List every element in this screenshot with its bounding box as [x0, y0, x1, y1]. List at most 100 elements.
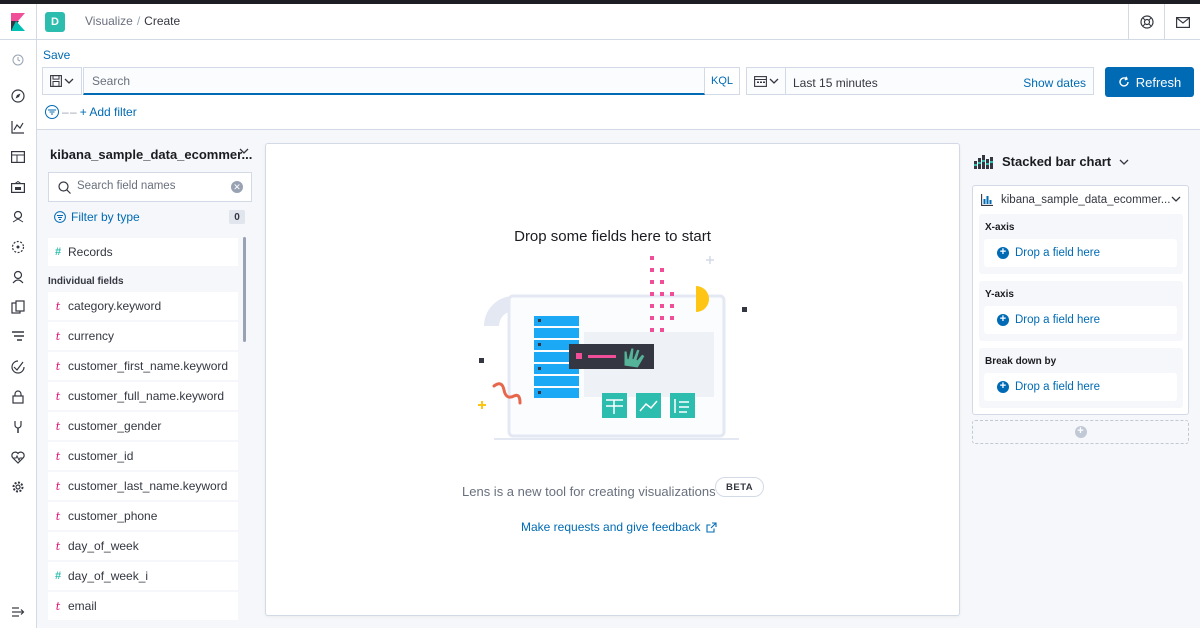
uptime-icon[interactable] — [10, 359, 26, 375]
field-list-panel: kibana_sample_data_ecommer... ✕ Filter b… — [37, 130, 260, 628]
mail-icon[interactable] — [1164, 4, 1200, 40]
saved-query-button[interactable] — [42, 67, 82, 95]
infrastructure-icon[interactable] — [10, 269, 26, 285]
field-name: customer_first_name.keyword — [68, 359, 229, 373]
add-layer-button[interactable]: + — [972, 420, 1189, 444]
ml-icon[interactable] — [10, 239, 26, 255]
management-gear-icon[interactable] — [10, 479, 26, 495]
plus-circle-icon: + — [1074, 426, 1087, 438]
apm-icon[interactable] — [10, 329, 26, 345]
drop-field-y-axis[interactable]: + Drop a field here — [984, 306, 1177, 334]
workspace-panel[interactable]: Drop some fields here to start Lens is a… — [265, 143, 960, 616]
dashboard-icon[interactable] — [10, 149, 26, 165]
canvas-icon[interactable] — [10, 179, 26, 195]
filter-options-icon[interactable] — [45, 105, 59, 119]
date-range-display[interactable]: Last 15 minutes Show dates — [786, 67, 1094, 95]
drop-label: Drop a field here — [1015, 314, 1101, 326]
index-pattern-title[interactable]: kibana_sample_data_ecommer... — [50, 147, 252, 162]
query-language-button[interactable]: KQL — [705, 67, 740, 95]
external-link-icon — [706, 521, 718, 533]
feedback-link-label: Make requests and give feedback — [521, 520, 701, 534]
number-type-icon: # — [54, 570, 62, 582]
siem-icon[interactable] — [10, 389, 26, 405]
add-filter-link[interactable]: + Add filter — [80, 105, 137, 119]
field-name: day_of_week — [68, 539, 139, 553]
help-icon[interactable] — [1128, 4, 1164, 40]
field-item-records[interactable]: # Records — [48, 238, 238, 266]
string-type-icon: t — [55, 359, 61, 373]
dimension-label: X-axis — [985, 222, 1015, 233]
clear-search-icon[interactable]: ✕ — [231, 181, 243, 193]
field-item[interactable]: t day_of_week — [48, 532, 238, 560]
filter-by-type-button[interactable]: Filter by type — [54, 210, 140, 224]
visualize-icon[interactable] — [10, 119, 26, 135]
string-type-icon: t — [55, 539, 61, 553]
field-search-input[interactable] — [77, 180, 227, 192]
field-item[interactable]: t customer_id — [48, 442, 238, 470]
string-type-icon: t — [55, 479, 61, 493]
dev-tools-icon[interactable] — [10, 419, 26, 435]
field-item[interactable]: t customer_phone — [48, 502, 238, 530]
refresh-icon — [1119, 76, 1129, 87]
breadcrumb: Visualize / Create — [85, 14, 180, 28]
maps-icon[interactable] — [10, 209, 26, 225]
field-item[interactable]: t customer_last_name.keyword — [48, 472, 238, 500]
show-dates-link[interactable]: Show dates — [1023, 76, 1086, 90]
filter-by-type-label: Filter by type — [71, 210, 140, 224]
string-type-icon: t — [55, 509, 61, 523]
monitoring-icon[interactable] — [10, 449, 26, 465]
workspace-description: Lens is a new tool for creating visualiz… — [462, 484, 716, 499]
chart-type-switcher[interactable]: Stacked bar chart — [974, 154, 1129, 169]
beta-badge: BETA — [715, 477, 765, 497]
drop-field-x-axis[interactable]: + Drop a field here — [984, 239, 1177, 267]
search-input[interactable] — [84, 68, 704, 94]
search-input-wrapper[interactable] — [83, 67, 705, 95]
layer-index-label: kibana_sample_data_ecommer... — [1001, 194, 1171, 206]
field-item[interactable]: t category.keyword — [48, 292, 238, 320]
string-type-icon: t — [55, 389, 61, 403]
space-avatar[interactable]: D — [45, 12, 65, 32]
string-type-icon: t — [55, 599, 61, 613]
number-type-icon: # — [54, 246, 62, 258]
filter-count-badge: 0 — [229, 210, 245, 224]
quick-date-picker-button[interactable] — [746, 67, 786, 95]
filter-separator: – – — [62, 105, 77, 119]
x-axis-dimension: X-axis + Drop a field here — [979, 214, 1183, 274]
field-item[interactable]: t customer_full_name.keyword — [48, 382, 238, 410]
chevron-down-icon — [64, 78, 74, 84]
refresh-button[interactable]: Refresh — [1105, 67, 1194, 97]
field-name: customer_last_name.keyword — [68, 479, 228, 493]
dimension-label: Break down by — [985, 356, 1057, 367]
drop-field-break-down[interactable]: + Drop a field here — [984, 373, 1177, 401]
logs-icon[interactable] — [10, 299, 26, 315]
config-panel: Stacked bar chart kibana_sample_data_eco… — [966, 130, 1200, 628]
discover-icon[interactable] — [10, 88, 26, 104]
save-icon — [50, 75, 62, 87]
calendar-icon — [753, 76, 767, 87]
y-axis-dimension: Y-axis + Drop a field here — [979, 281, 1183, 341]
kibana-logo[interactable] — [0, 4, 37, 40]
field-item[interactable]: t email — [48, 592, 238, 620]
feedback-link[interactable]: Make requests and give feedback — [521, 520, 718, 534]
field-name: Records — [68, 245, 113, 259]
field-item[interactable]: t customer_gender — [48, 412, 238, 440]
app-header: D Visualize / Create — [0, 4, 1200, 40]
field-search[interactable]: ✕ — [48, 172, 252, 202]
chevron-down-icon — [1171, 196, 1181, 202]
plus-circle-icon: + — [997, 247, 1009, 259]
field-name: day_of_week_i — [68, 569, 149, 583]
field-group-label: Individual fields — [48, 276, 124, 287]
field-item[interactable]: t currency — [48, 322, 238, 350]
breadcrumb-visualize[interactable]: Visualize — [85, 14, 133, 28]
save-link[interactable]: Save — [43, 48, 70, 62]
field-item[interactable]: t customer_first_name.keyword — [48, 352, 238, 380]
recent-icon[interactable] — [10, 52, 26, 68]
chevron-down-icon — [1119, 159, 1129, 165]
layer-index-selector[interactable]: kibana_sample_data_ecommer... — [981, 194, 1181, 206]
chevron-down-icon[interactable] — [239, 148, 249, 154]
field-list-scrollbar[interactable] — [243, 237, 246, 342]
field-item[interactable]: # day_of_week_i — [48, 562, 238, 590]
drop-label: Drop a field here — [1015, 381, 1101, 393]
collapse-nav-icon[interactable] — [10, 604, 26, 620]
break-down-dimension: Break down by + Drop a field here — [979, 348, 1183, 408]
